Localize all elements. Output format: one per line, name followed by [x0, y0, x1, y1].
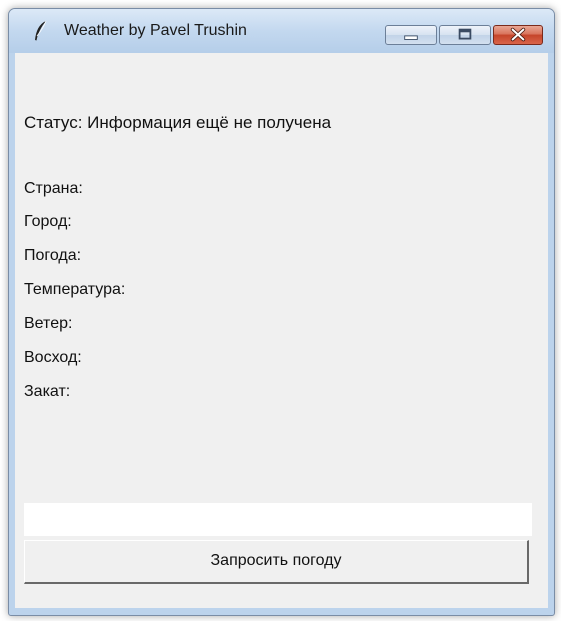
sunset-label: Закат:: [24, 383, 71, 400]
city-input[interactable]: [24, 503, 532, 536]
feather-icon: [33, 20, 49, 42]
minimize-icon: [404, 35, 418, 40]
country-label: Страна:: [24, 180, 83, 197]
status-label: Статус: Информация ещё не получена: [24, 113, 332, 132]
maximize-icon: [458, 28, 472, 40]
minimize-button[interactable]: [385, 25, 437, 45]
window-title: Weather by Pavel Trushin: [64, 22, 247, 39]
request-weather-button[interactable]: Запросить погоду: [24, 540, 529, 584]
sunrise-label: Восход:: [24, 349, 82, 366]
app-window: Weather by Pavel Trushin Статус: Информа…: [8, 8, 555, 616]
wind-label: Ветер:: [24, 315, 73, 332]
maximize-button[interactable]: [439, 25, 491, 45]
close-icon: [510, 27, 526, 42]
temperature-label: Температура:: [24, 281, 126, 298]
client-area: Статус: Информация ещё не получена Стран…: [15, 53, 548, 608]
title-bar[interactable]: Weather by Pavel Trushin: [9, 9, 554, 53]
city-label: Город:: [24, 213, 72, 230]
weather-label: Погода:: [24, 247, 82, 264]
close-button[interactable]: [493, 25, 543, 45]
